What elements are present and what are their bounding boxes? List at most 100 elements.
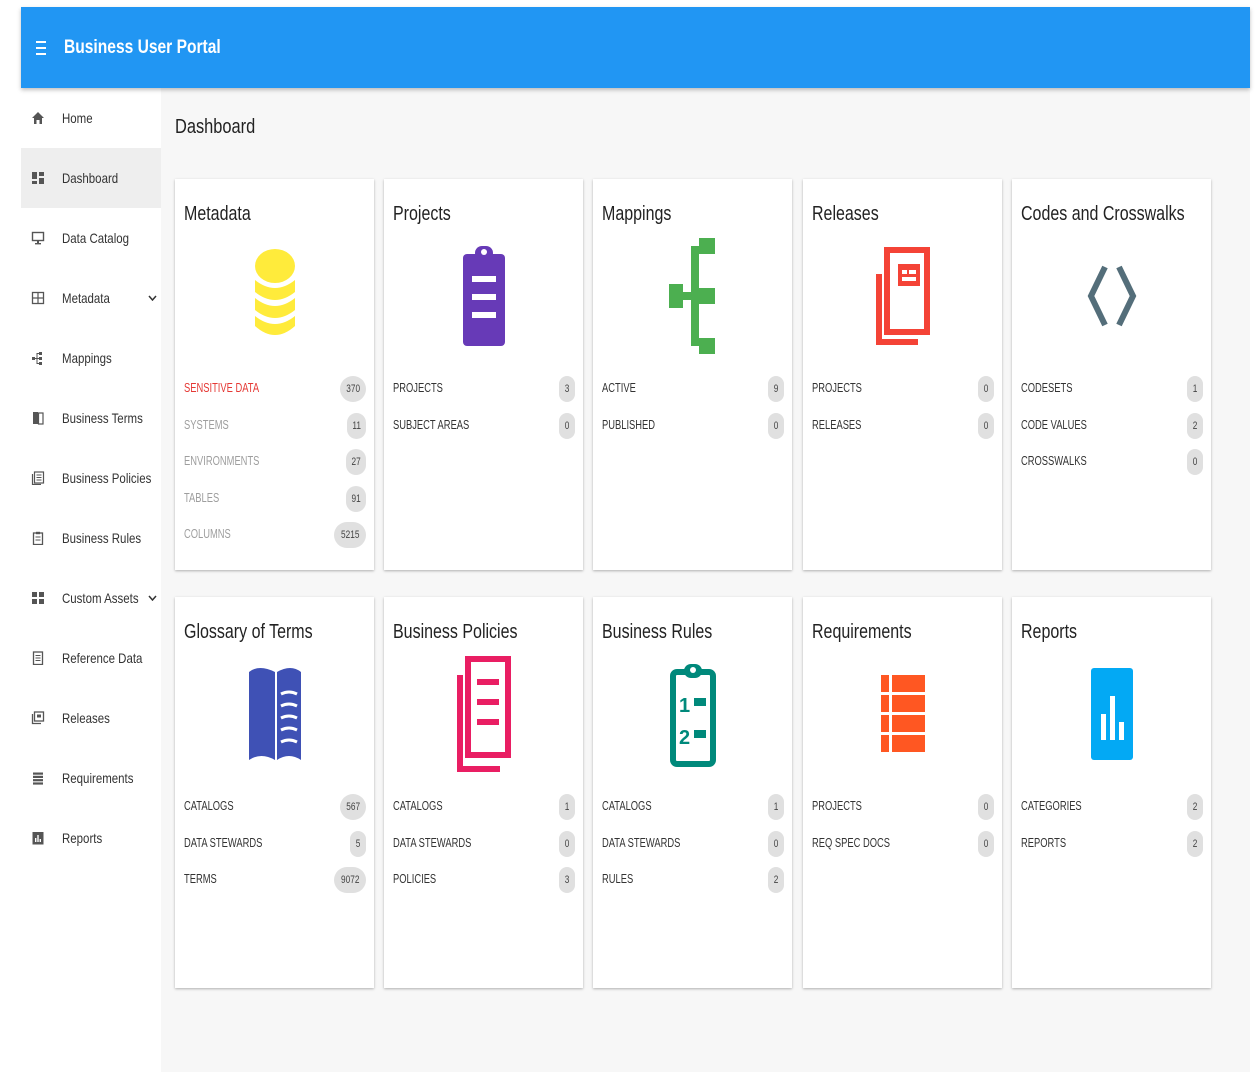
count-badge: 0 <box>1187 449 1203 475</box>
count-value: 2 <box>773 874 779 886</box>
stat-label: SENSITIVE DATA <box>184 380 260 395</box>
app-window: Business User Portal Home Dashboard Data C… <box>21 7 1250 1072</box>
count-badge: 9 <box>768 376 784 402</box>
sidebar-item-data-catalog[interactable]: Data Catalog <box>21 208 161 268</box>
card-stat-row[interactable]: PUBLISHED 0 <box>602 412 784 439</box>
card-stat-row[interactable]: SYSTEMS 11 <box>184 412 366 439</box>
dashboard-card-projects[interactable]: Projects PROJECTS 3 SUBJECT AREAS 0 <box>384 179 583 570</box>
sidebar-item-reports[interactable]: Reports <box>21 808 161 868</box>
card-stat-row[interactable]: DATA STEWARDS 5 <box>184 830 366 857</box>
card-stat-row[interactable]: ENVIRONMENTS 27 <box>184 449 366 475</box>
sidebar-item-releases[interactable]: Releases <box>21 688 161 748</box>
card-stat-row[interactable]: COLUMNS 5215 <box>184 522 366 548</box>
stat-label: TABLES <box>184 489 220 505</box>
card-title: Business Rules <box>602 621 713 643</box>
code-brackets-icon <box>1072 241 1152 351</box>
card-stat-row[interactable]: SUBJECT AREAS 0 <box>393 412 575 439</box>
dashboard-card-reports[interactable]: Reports CATEGORIES 2 REPORTS 2 <box>1012 597 1211 988</box>
policy-stack-icon <box>444 656 524 772</box>
monitor-icon <box>31 231 45 245</box>
dashboard-card-business-policies[interactable]: Business Policies CATALOGS 1 DATA STEWARDS… <box>384 597 583 988</box>
dashboard-card-releases[interactable]: Releases PROJECTS 0 RELEASES 0 <box>803 179 1002 570</box>
card-stat-row[interactable]: TERMS 9072 <box>184 867 366 893</box>
book-icon <box>31 411 45 425</box>
count-value: 0 <box>564 419 570 432</box>
card-stat-row[interactable]: CATEGORIES 2 <box>1021 794 1203 820</box>
stat-label: SYSTEMS <box>184 416 229 432</box>
card-stat-row[interactable]: RULES 2 <box>602 867 784 893</box>
card-stat-row[interactable]: CATALOGS 567 <box>184 794 366 820</box>
count-badge: 567 <box>339 794 366 820</box>
bar-chart-icon <box>1072 659 1152 769</box>
dashboard-card-business-rules[interactable]: Business Rules 1 2 CATALOGS 1 DATA STEWARD… <box>593 597 792 988</box>
card-stat-row[interactable]: CODESETS 1 <box>1021 376 1203 402</box>
card-stat-row[interactable]: PROJECTS 0 <box>812 376 994 402</box>
sidebar-item-home[interactable]: Home <box>21 88 161 148</box>
count-value: 5215 <box>340 529 359 541</box>
card-stat-row[interactable]: POLICIES 3 <box>393 867 575 893</box>
card-stat-row[interactable]: RELEASES 0 <box>812 412 994 439</box>
sidebar-item-business-policies[interactable]: Business Policies <box>21 448 161 508</box>
stat-label: DATA STEWARDS <box>602 834 681 850</box>
sidebar-item-business-rules[interactable]: Business Rules <box>21 508 161 568</box>
hamburger-menu-icon[interactable] <box>21 28 61 68</box>
card-stat-row[interactable]: CATALOGS 1 <box>393 794 575 820</box>
sidebar-item-metadata[interactable]: Metadata <box>21 268 161 328</box>
count-value: 1 <box>773 801 779 813</box>
sidebar-item-custom-assets[interactable]: Custom Assets <box>21 568 161 628</box>
home-icon <box>31 111 45 125</box>
card-title: Projects <box>393 203 451 225</box>
card-stat-row[interactable]: PROJECTS 3 <box>393 376 575 402</box>
count-value: 1 <box>1192 383 1198 395</box>
card-stat-row[interactable]: REPORTS 2 <box>1021 830 1203 857</box>
sidebar-item-label: Mappings <box>62 350 112 366</box>
card-title: Requirements <box>812 621 912 643</box>
sidebar-item-label: Custom Assets <box>62 590 139 606</box>
chevron-down-icon[interactable] <box>148 592 157 604</box>
card-title: Metadata <box>184 203 251 225</box>
card-stat-row[interactable]: PROJECTS 0 <box>812 794 994 820</box>
stat-label: CROSSWALKS <box>1021 453 1087 468</box>
count-badge: 0 <box>768 412 784 439</box>
count-badge: 27 <box>345 449 366 475</box>
card-stat-row[interactable]: TABLES 91 <box>184 485 366 512</box>
card-stat-row[interactable]: CATALOGS 1 <box>602 794 784 820</box>
count-value: 91 <box>351 492 361 505</box>
dashboard-card-glossary-of-terms[interactable]: Glossary of Terms CATALOGS 567 DATA STEWAR… <box>175 597 374 988</box>
count-value: 9072 <box>340 874 359 886</box>
document-icon <box>31 651 45 665</box>
card-stat-row[interactable]: SENSITIVE DATA 370 <box>184 376 366 402</box>
count-value: 2 <box>1192 837 1198 850</box>
card-stat-row[interactable]: ACTIVE 9 <box>602 376 784 402</box>
sidebar-item-dashboard[interactable]: Dashboard <box>21 148 161 208</box>
count-value: 2 <box>1192 801 1198 813</box>
sidebar-item-business-terms[interactable]: Business Terms <box>21 388 161 448</box>
chevron-down-icon[interactable] <box>148 292 157 304</box>
count-value: 27 <box>351 456 361 468</box>
sidebar-item-reference-data[interactable]: Reference Data <box>21 628 161 688</box>
card-title: Releases <box>812 203 879 225</box>
count-badge: 0 <box>978 830 994 857</box>
dashboard-card-requirements[interactable]: Requirements PROJECTS 0 REQ SPEC DOCS 0 <box>803 597 1002 988</box>
card-stat-row[interactable]: CODE VALUES 2 <box>1021 412 1203 439</box>
sidebar-item-mappings[interactable]: Mappings <box>21 328 161 388</box>
clipboard-list-icon <box>444 241 524 351</box>
card-stat-row[interactable]: REQ SPEC DOCS 0 <box>812 830 994 857</box>
release-icon <box>31 711 45 725</box>
card-stat-row[interactable]: CROSSWALKS 0 <box>1021 449 1203 475</box>
card-stat-row[interactable]: DATA STEWARDS 0 <box>602 830 784 857</box>
page-title: Dashboard <box>175 116 256 138</box>
count-badge: 11 <box>346 412 366 439</box>
stat-label: REQ SPEC DOCS <box>812 834 891 850</box>
svg-text:2: 2 <box>679 727 690 749</box>
list-icon <box>31 771 45 785</box>
dashboard-card-metadata[interactable]: Metadata SENSITIVE DATA 370 SYSTEMS 11 ENVIR… <box>175 179 374 570</box>
dashboard-card-mappings[interactable]: Mappings ACTIVE 9 PUBLISHED 0 <box>593 179 792 570</box>
dashboard-card-codes-and-crosswalks[interactable]: Codes and Crosswalks CODESETS 1 CODE VALUE… <box>1012 179 1211 570</box>
sidebar-item-requirements[interactable]: Requirements <box>21 748 161 808</box>
grid-icon <box>31 291 45 305</box>
main-content: Dashboard Metadata SENSITIVE DATA 370 SYST… <box>161 88 1250 1072</box>
card-stat-row[interactable]: DATA STEWARDS 0 <box>393 830 575 857</box>
count-badge: 0 <box>978 794 994 820</box>
stat-label: PROJECTS <box>393 380 443 395</box>
